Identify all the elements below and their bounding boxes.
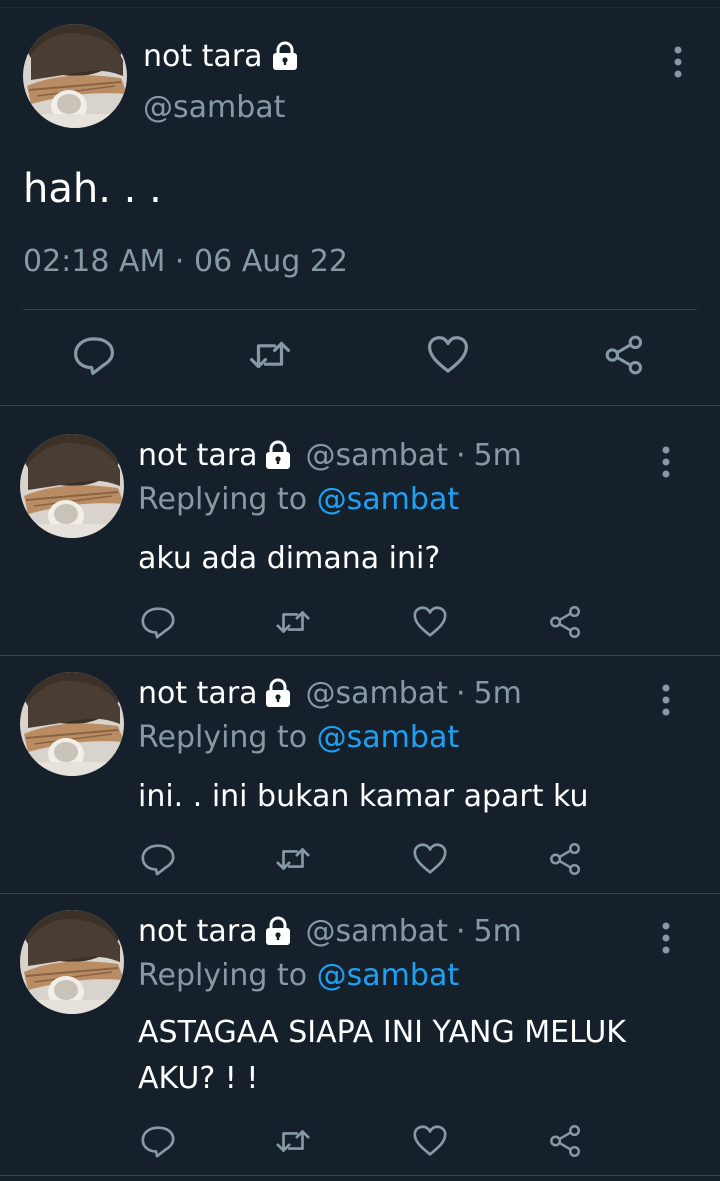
replying-prefix: Replying to xyxy=(138,482,317,517)
reply-icon[interactable] xyxy=(139,603,177,641)
lock-icon xyxy=(262,677,294,709)
mention-link[interactable]: @sambat xyxy=(317,720,459,755)
relative-time[interactable]: 5m xyxy=(474,676,522,711)
separator-dot: · xyxy=(455,675,466,711)
more-vertical-icon[interactable] xyxy=(652,918,680,958)
share-icon[interactable] xyxy=(547,1122,585,1160)
avatar[interactable] xyxy=(20,672,124,776)
divider xyxy=(23,309,697,310)
reply-text: ini. . ini bukan kamar apart ku xyxy=(138,779,589,814)
reply-header: not tara @sambat · 5m xyxy=(138,910,522,952)
reply-header: not tara @sambat · 5m xyxy=(138,434,522,476)
username[interactable]: @sambat xyxy=(306,914,448,949)
username[interactable]: @sambat xyxy=(306,438,448,473)
reply-text: ASTAGAA SIAPA INI YANG MELUK AKU? ! ! xyxy=(138,1015,626,1096)
more-vertical-icon[interactable] xyxy=(652,442,680,482)
share-icon[interactable] xyxy=(547,840,585,878)
lock-icon xyxy=(262,439,294,471)
retweet-icon[interactable] xyxy=(274,1122,312,1160)
reply-tweet[interactable]: not tara @sambat · 5m Replying to @samba… xyxy=(0,894,720,1176)
relative-time[interactable]: 5m xyxy=(474,914,522,949)
relative-time[interactable]: 5m xyxy=(474,438,522,473)
retweet-icon[interactable] xyxy=(274,840,312,878)
avatar[interactable] xyxy=(20,434,124,538)
display-name[interactable]: not tara xyxy=(138,438,258,473)
reply-header: not tara @sambat · 5m xyxy=(138,672,522,714)
more-vertical-icon[interactable] xyxy=(664,42,692,82)
share-icon[interactable] xyxy=(547,603,585,641)
display-name[interactable]: not tara xyxy=(143,39,263,74)
replying-to: Replying to @sambat xyxy=(138,482,459,517)
avatar[interactable] xyxy=(20,910,124,1014)
heart-icon[interactable] xyxy=(411,603,449,641)
action-bar xyxy=(0,603,720,643)
heart-icon[interactable] xyxy=(411,840,449,878)
replying-prefix: Replying to xyxy=(138,720,317,755)
mention-link[interactable]: @sambat xyxy=(317,958,459,993)
lock-icon xyxy=(262,915,294,947)
replying-prefix: Replying to xyxy=(138,958,317,993)
more-vertical-icon[interactable] xyxy=(652,680,680,720)
reply-tweet[interactable]: not tara @sambat · 5m Replying to @samba… xyxy=(0,406,720,656)
reply-icon[interactable] xyxy=(71,332,117,378)
reply-text: aku ada dimana ini? xyxy=(138,541,441,576)
mention-link[interactable]: @sambat xyxy=(317,482,459,517)
retweet-icon[interactable] xyxy=(247,332,293,378)
display-name[interactable]: not tara xyxy=(138,676,258,711)
display-name[interactable]: not tara xyxy=(138,914,258,949)
action-bar xyxy=(0,1122,720,1162)
tweet-text: hah. . . xyxy=(23,166,162,212)
tweet-timestamp[interactable]: 02:18 AM · 06 Aug 22 xyxy=(23,244,348,279)
retweet-icon[interactable] xyxy=(274,603,312,641)
heart-icon[interactable] xyxy=(425,332,471,378)
avatar[interactable] xyxy=(23,24,127,128)
main-tweet: not tara @sambat hah. . . 02:18 AM · 06 … xyxy=(0,8,720,406)
author-row: not tara xyxy=(143,36,301,76)
username[interactable]: @sambat xyxy=(143,90,285,125)
reply-icon[interactable] xyxy=(139,1122,177,1160)
replying-to: Replying to @sambat xyxy=(138,720,459,755)
heart-icon[interactable] xyxy=(411,1122,449,1160)
replying-to: Replying to @sambat xyxy=(138,958,459,993)
reply-icon[interactable] xyxy=(139,840,177,878)
reply-tweet[interactable]: not tara @sambat · 5m Replying to @samba… xyxy=(0,656,720,894)
action-bar xyxy=(0,840,720,880)
separator-dot: · xyxy=(455,437,466,473)
separator-dot: · xyxy=(455,913,466,949)
lock-icon xyxy=(269,40,301,72)
share-icon[interactable] xyxy=(602,332,648,378)
top-divider xyxy=(0,0,720,8)
action-bar xyxy=(0,332,720,382)
username[interactable]: @sambat xyxy=(306,676,448,711)
